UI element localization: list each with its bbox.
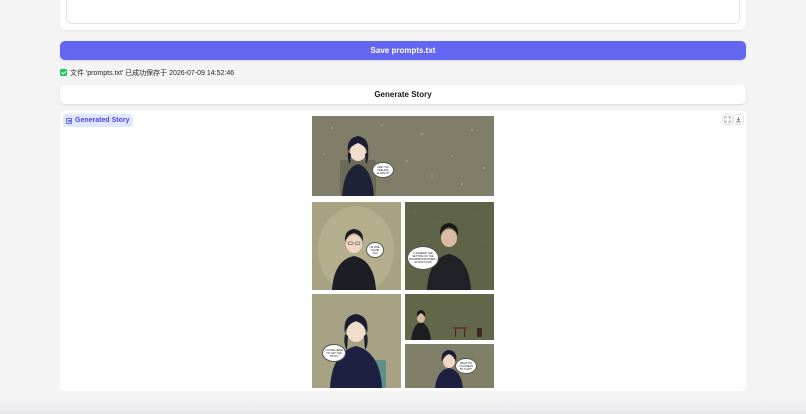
panel-4-bubble: YOU'RE HERE TO GET THE TRUTH — [322, 344, 346, 362]
comic-panel-3: I LEARNED THE SETTING OF THE BOARDROOM W… — [405, 202, 494, 290]
comic-panel-1: ARE YOU FEELING ALRIGHT? — [312, 116, 494, 196]
panel-4-art — [312, 294, 401, 388]
check-icon — [60, 69, 67, 76]
panel-1-bubble: ARE YOU FEELING ALRIGHT? — [372, 162, 394, 178]
generated-story-label: Generated Story — [63, 114, 134, 127]
generate-story-button[interactable]: Generate Story — [60, 85, 746, 104]
comic-panel-4: YOU'RE HERE TO GET THE TRUTH — [312, 294, 401, 388]
comic-panel-6: WHAT DO YOU MEAN BY THAT? — [405, 344, 494, 388]
panel-6-art — [405, 344, 494, 388]
panel-2-bubble: I'M FINE, THANK YOU — [366, 242, 384, 258]
save-status: 文件 'prompts.txt' 已成功保存于 2026-07-09 14:52… — [60, 67, 234, 78]
panel-3-bubble: I LEARNED THE SETTING OF THE BOARDROOM W… — [407, 246, 439, 270]
comic-panel-5 — [405, 294, 494, 340]
fullscreen-button[interactable] — [722, 114, 733, 125]
download-button[interactable] — [733, 114, 744, 125]
panel-5-art — [405, 294, 494, 340]
generated-story-panel: Generated Story ARE YOU FEELING ALRIGHT?… — [60, 111, 746, 391]
page-bottom-edge — [0, 400, 806, 414]
panel-2-art — [312, 202, 401, 290]
save-status-text: 文件 'prompts.txt' 已成功保存于 2026-07-09 14:52… — [70, 69, 235, 77]
textarea-inner[interactable] — [66, 0, 740, 24]
download-icon — [736, 116, 741, 123]
image-icon — [66, 117, 72, 124]
fullscreen-icon — [724, 116, 731, 123]
save-prompts-button[interactable]: Save prompts.txt — [60, 41, 746, 60]
prompts-textarea[interactable] — [60, 0, 746, 30]
panel-1-art — [312, 116, 494, 196]
comic-image: ARE YOU FEELING ALRIGHT? I'M FINE, THANK… — [312, 116, 494, 388]
comic-panel-2: I'M FINE, THANK YOU — [312, 202, 401, 290]
panel-6-bubble: WHAT DO YOU MEAN BY THAT? — [455, 358, 477, 374]
generated-story-label-text: Generated Story — [75, 117, 130, 124]
